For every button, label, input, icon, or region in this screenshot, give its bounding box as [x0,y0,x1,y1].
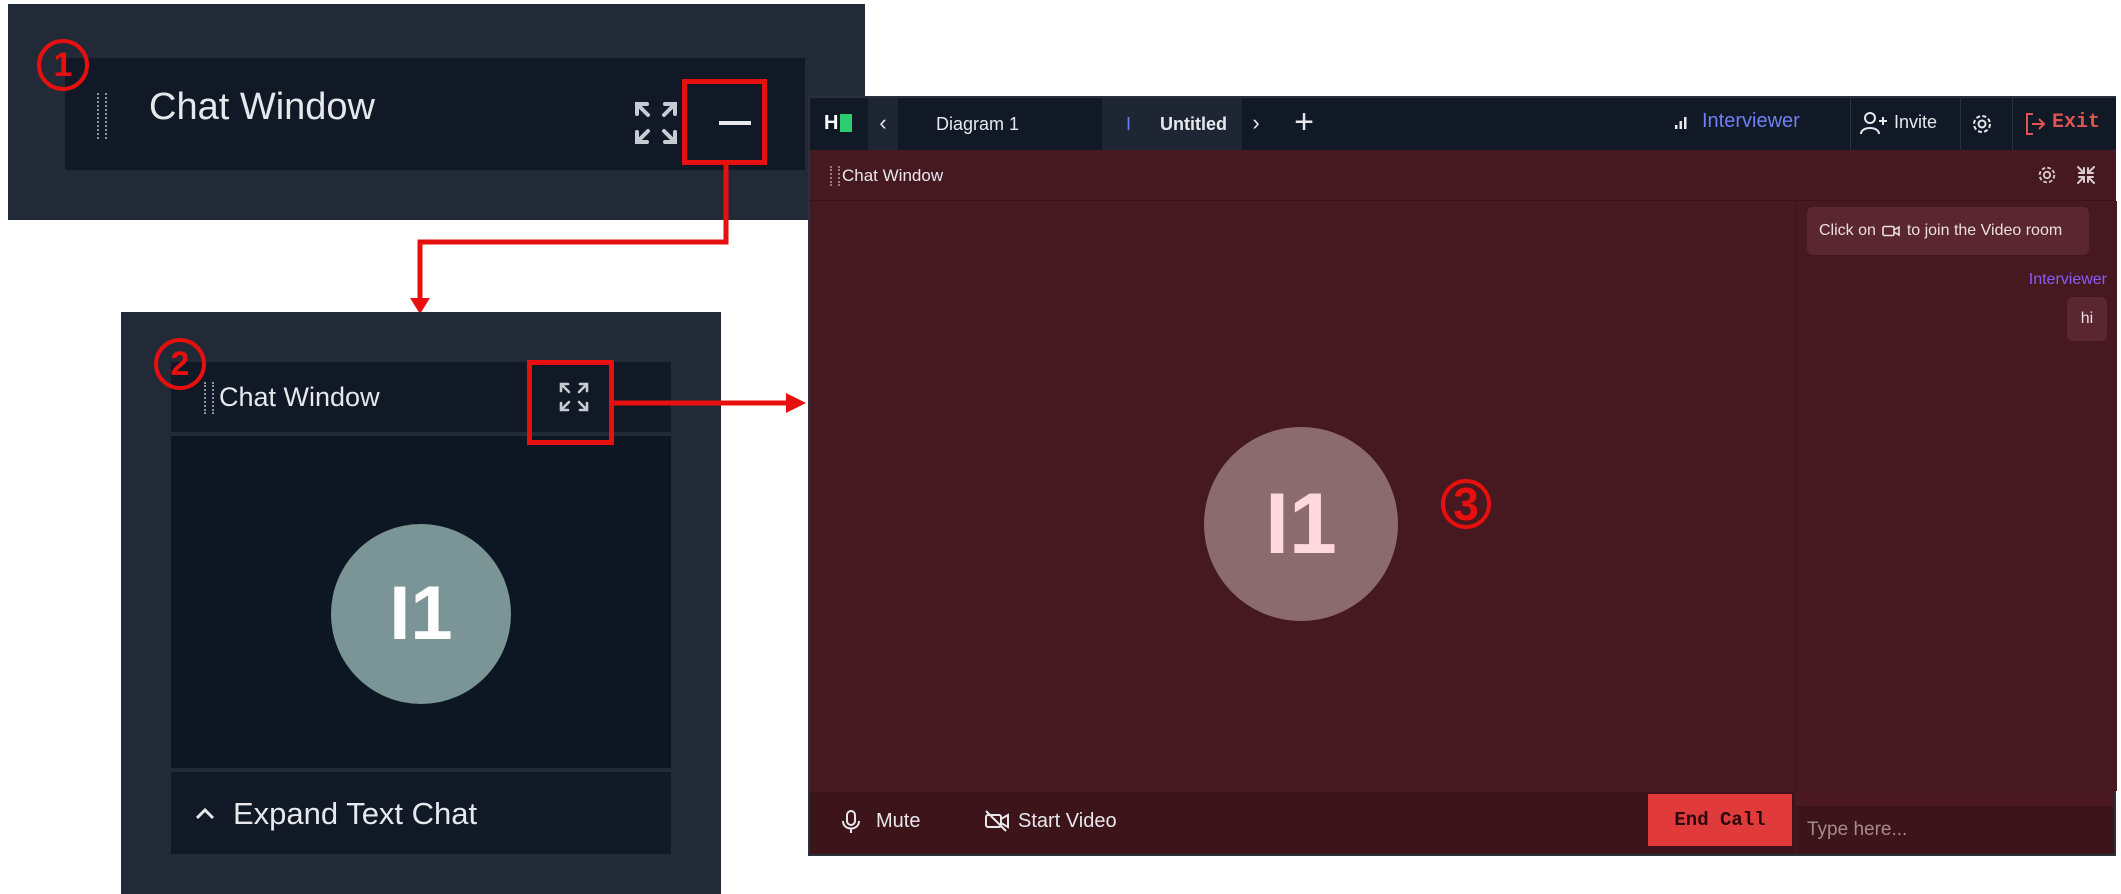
panel-3-chat-window-expanded: H ‹ Diagram 1 I Untitled › + Interviewer… [808,96,2117,856]
separator [1850,98,1851,150]
minimize-highlight [682,79,767,165]
role-label[interactable]: Interviewer [1702,110,1800,133]
end-call-button[interactable]: End Call [1648,794,1792,846]
chat-window-header[interactable]: Chat Window [810,152,2116,201]
add-user-icon [1860,112,1887,135]
exit-label: Exit [2052,111,2101,134]
chevron-up-icon [195,806,215,820]
video-room-notice: Click on to join the Video room [1807,207,2089,255]
message-text: hi [2080,310,2094,327]
avatar: I1 [1204,427,1398,621]
tab-prefix: I [1126,114,1132,134]
top-bar: H ‹ Diagram 1 I Untitled › + Interviewer… [810,98,2116,150]
mute-label: Mute [876,810,921,832]
add-tab-button[interactable]: + [1288,105,1320,139]
drag-handle-icon[interactable] [830,166,840,186]
tab-scroll-left-button[interactable]: ‹ [868,98,898,150]
chat-message-input[interactable] [1796,806,2114,854]
chat-window-title: Chat Window [219,382,380,412]
logout-icon [2026,113,2046,135]
settings-gear-icon[interactable] [1970,112,1994,136]
drag-handle-icon[interactable] [97,93,107,139]
tab-label: Untitled [1160,114,1228,134]
notice-prefix: Click on [1819,222,1876,239]
end-call-label: End Call [1674,809,1766,831]
avatar-initials: I1 [1265,476,1337,572]
arrow-expand-to-panel-3 [612,393,806,413]
expand-icon[interactable] [633,100,679,146]
collapse-icon[interactable] [2076,165,2096,185]
logo-mark [840,114,852,132]
microphone-icon [842,810,860,833]
text-chat-panel: Click on to join the Video room Intervie… [1796,201,2117,791]
chat-window-title: Chat Window [842,166,944,185]
video-off-icon [985,810,1009,832]
video-area: I1 [171,436,671,768]
logo-letter: H [824,112,839,134]
separator [1960,98,1961,150]
call-controls: Mute Start Video End Call [810,792,1795,854]
expand-text-chat-label: Expand Text Chat [233,796,478,831]
video-area: I1 [810,201,1795,791]
step-marker-3-ring [1441,479,1491,529]
tab-untitled[interactable]: I Untitled [1102,98,1242,150]
avatar-initials: I1 [389,571,453,656]
notice-suffix: to join the Video room [1906,222,2063,239]
invite-label: Invite [1894,112,1938,132]
step-marker-2: 2 [154,338,206,390]
message-author: Interviewer [2028,271,2107,288]
tab-diagram-1[interactable]: Diagram 1 [902,98,1102,150]
signal-icon [1674,116,1688,130]
expand-highlight [527,360,614,445]
message-bubble: hi [2067,297,2107,341]
expand-text-chat-button[interactable]: Expand Text Chat [171,772,671,854]
step-marker-1: 1 [37,39,89,91]
video-camera-icon [1882,225,1901,237]
avatar: I1 [331,524,511,704]
tab-scroll-right-button[interactable]: › [1242,98,1270,150]
tab-label: Diagram 1 [936,114,1020,134]
start-video-label: Start Video [1018,810,1117,832]
settings-gear-icon[interactable] [2036,164,2058,186]
chat-window-title: Chat Window [149,86,375,128]
arrow-minimize-to-panel-2 [410,164,729,314]
separator [2012,98,2013,150]
drag-handle-icon[interactable] [204,382,214,414]
app-logo[interactable]: H [824,112,856,136]
